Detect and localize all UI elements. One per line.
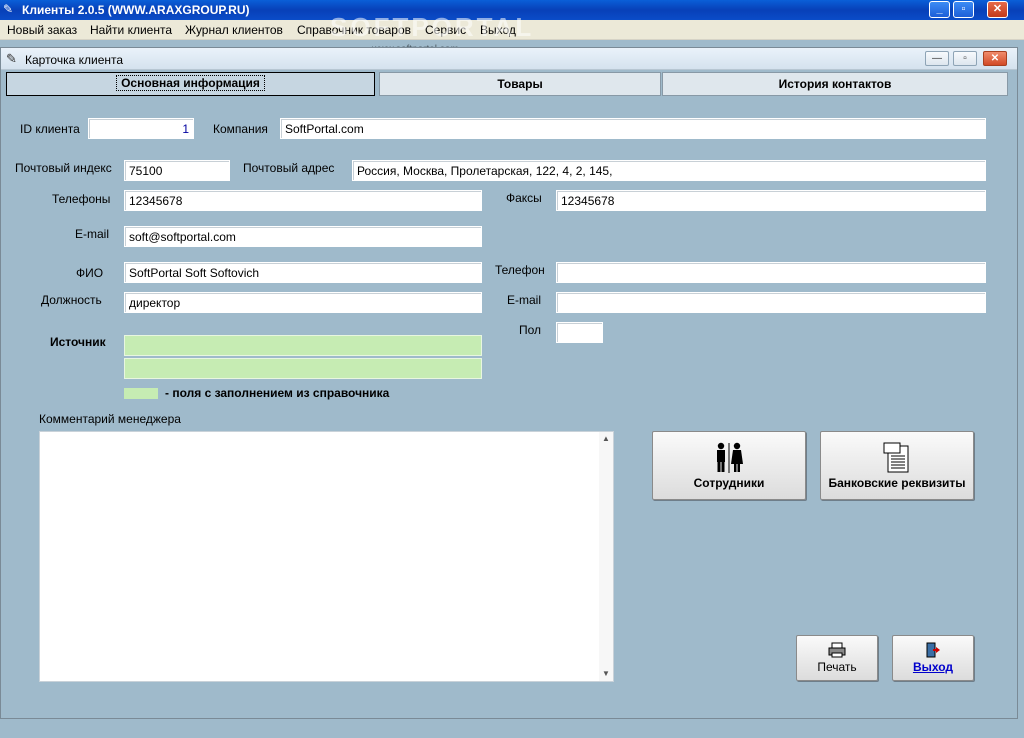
email-field[interactable]: soft@softportal.com [124,226,482,247]
comment-textarea[interactable]: ▲ ▼ [39,431,614,682]
tab-products-label: Товары [497,77,543,91]
document-icon [883,442,909,473]
source-label: Источник [50,335,106,349]
minimize-button[interactable]: _ [929,1,950,18]
print-button-label: Печать [817,660,857,674]
contact-email-field[interactable] [556,292,986,313]
people-icon [717,442,743,473]
tab-contact-history[interactable]: История контактов [662,72,1008,96]
printer-icon [828,642,846,658]
card-icon: ✎ [6,51,17,66]
staff-button-label: Сотрудники [693,476,765,490]
exit-button-label: Выход [912,660,954,674]
menu-find-client[interactable]: Найти клиента [90,23,172,37]
company-label: Компания [213,122,268,136]
menu-bar: Новый заказ Найти клиента Журнал клиенто… [0,20,1024,40]
faxes-label: Факсы [506,191,542,205]
tab-main-info-label: Основная информация [116,75,265,91]
status-strip [0,722,1024,738]
client-card-window: ✎ Карточка клиента — ▫ ✕ Основная информ… [0,47,1018,719]
email-label: E-mail [75,227,110,241]
app-titlebar: ✎ Клиенты 2.0.5 (WWW.ARAXGROUP.RU) _ ▫ ✕ [0,0,1024,20]
comment-scrollbar[interactable]: ▲ ▼ [599,432,613,681]
fio-field[interactable]: SoftPortal Soft Softovich [124,262,482,283]
bank-details-button[interactable]: Банковские реквизиты [820,431,974,500]
id-field[interactable]: 1 [88,118,194,139]
source-field-1[interactable] [124,335,482,356]
app-title: Клиенты 2.0.5 (WWW.ARAXGROUP.RU) [22,3,250,17]
source-field-2[interactable] [124,358,482,379]
print-button[interactable]: Печать [796,635,878,681]
comment-label: Комментарий менеджера [39,412,181,426]
child-maximize-button[interactable]: ▫ [953,51,977,66]
staff-button[interactable]: Сотрудники [652,431,806,500]
directory-legend-swatch [124,388,158,399]
id-label: ID клиента [20,122,80,136]
contact-phone-label: Телефон [495,263,545,277]
position-label: Должность [41,293,102,307]
maximize-button[interactable]: ▫ [953,1,974,18]
zip-field[interactable]: 75100 [124,160,230,181]
menu-client-journal[interactable]: Журнал клиентов [185,23,283,37]
scroll-down-icon[interactable]: ▼ [599,667,613,681]
directory-legend-text: - поля с заполнением из справочника [165,386,390,400]
faxes-field[interactable]: 12345678 [556,190,986,211]
exit-door-icon [926,642,940,658]
scroll-up-icon[interactable]: ▲ [599,432,613,446]
contact-email-label: E-mail [507,293,542,307]
menu-products-directory[interactable]: Справочник товаров [297,23,411,37]
phones-field[interactable]: 12345678 [124,190,482,211]
company-field[interactable]: SoftPortal.com [280,118,986,139]
tab-contact-history-label: История контактов [778,77,892,91]
menu-new-order[interactable]: Новый заказ [7,23,77,37]
gender-label: Пол [519,323,542,337]
menu-exit[interactable]: Выход [480,23,516,37]
zip-label: Почтовый индекс [15,161,112,175]
child-titlebar: ✎ Карточка клиента — ▫ ✕ [1,48,1017,70]
child-title: Карточка клиента [25,53,124,67]
address-field[interactable]: Россия, Москва, Пролетарская, 122, 4, 2,… [352,160,986,181]
phones-label: Телефоны [52,192,111,206]
exit-button[interactable]: Выход [892,635,974,681]
child-minimize-button[interactable]: — [925,51,949,66]
gender-field[interactable] [556,322,603,343]
app-icon: ✎ [3,2,14,16]
position-field[interactable]: директор [124,292,482,313]
fio-label: ФИО [76,266,104,280]
contact-phone-field[interactable] [556,262,986,283]
menu-service[interactable]: Сервис [425,23,466,37]
address-label: Почтовый адрес [243,161,335,175]
tab-products[interactable]: Товары [379,72,661,96]
bank-details-button-label: Банковские реквизиты [828,476,966,490]
tab-main-info[interactable]: Основная информация [6,72,375,96]
child-close-button[interactable]: ✕ [983,51,1007,66]
close-button[interactable]: ✕ [987,1,1008,18]
